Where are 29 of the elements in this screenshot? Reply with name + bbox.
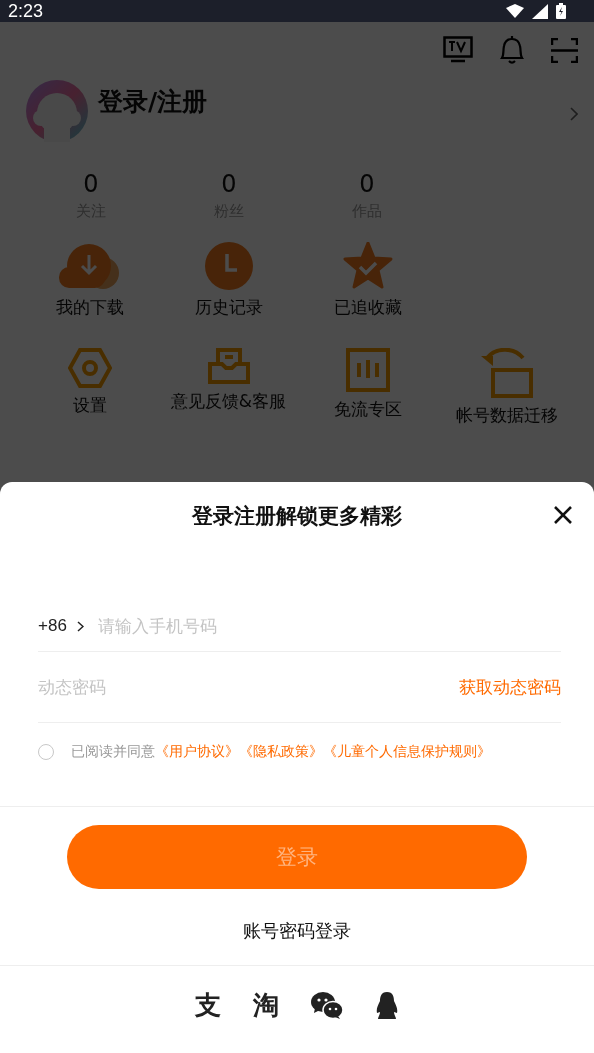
chat-bubbles-icon[interactable] (311, 992, 343, 1019)
chevron-right-icon[interactable] (76, 620, 84, 632)
agreement-link[interactable]: 《隐私政策》 (239, 743, 323, 761)
tool-label[interactable]: 意见反馈&客服 (170, 390, 287, 413)
close-icon[interactable] (553, 505, 573, 525)
tool-label[interactable]: 免流专区 (333, 398, 402, 421)
shortcut-label[interactable]: 已追收藏 (333, 296, 402, 319)
agreement-link[interactable]: 《儿童个人信息保护规则》 (323, 743, 491, 761)
login-option[interactable]: 支 (195, 988, 221, 1023)
tool-label[interactable]: 帐号数据迁移 (455, 404, 558, 427)
login-option[interactable]: 淘 (253, 988, 279, 1023)
tool-label[interactable]: 设置 (72, 394, 107, 417)
signal-icon (532, 3, 548, 19)
country-code[interactable]: +86 (38, 616, 67, 636)
battery-icon (556, 3, 566, 19)
stat-value: 0 (359, 170, 375, 198)
agreement-text: 已阅读并同意 (71, 743, 155, 761)
agreement-link[interactable]: 《用户协议》 (155, 743, 239, 761)
password-login-link[interactable]: 账号密码登录 (243, 919, 351, 943)
profile-title[interactable]: 登录/注册 (98, 85, 208, 118)
stat-value: 0 (221, 170, 237, 198)
sheet-title: 登录注册解锁更多精彩 (192, 503, 402, 530)
stat-value: 0 (83, 170, 99, 198)
penguin-icon[interactable] (375, 991, 399, 1020)
get-code-link[interactable]: 获取动态密码 (459, 675, 561, 699)
shortcut-label[interactable]: 历史记录 (194, 296, 263, 319)
wifi-icon (506, 4, 524, 18)
shortcut-label[interactable]: 我的下载 (55, 296, 124, 319)
status-time: 2:23 (8, 0, 44, 22)
